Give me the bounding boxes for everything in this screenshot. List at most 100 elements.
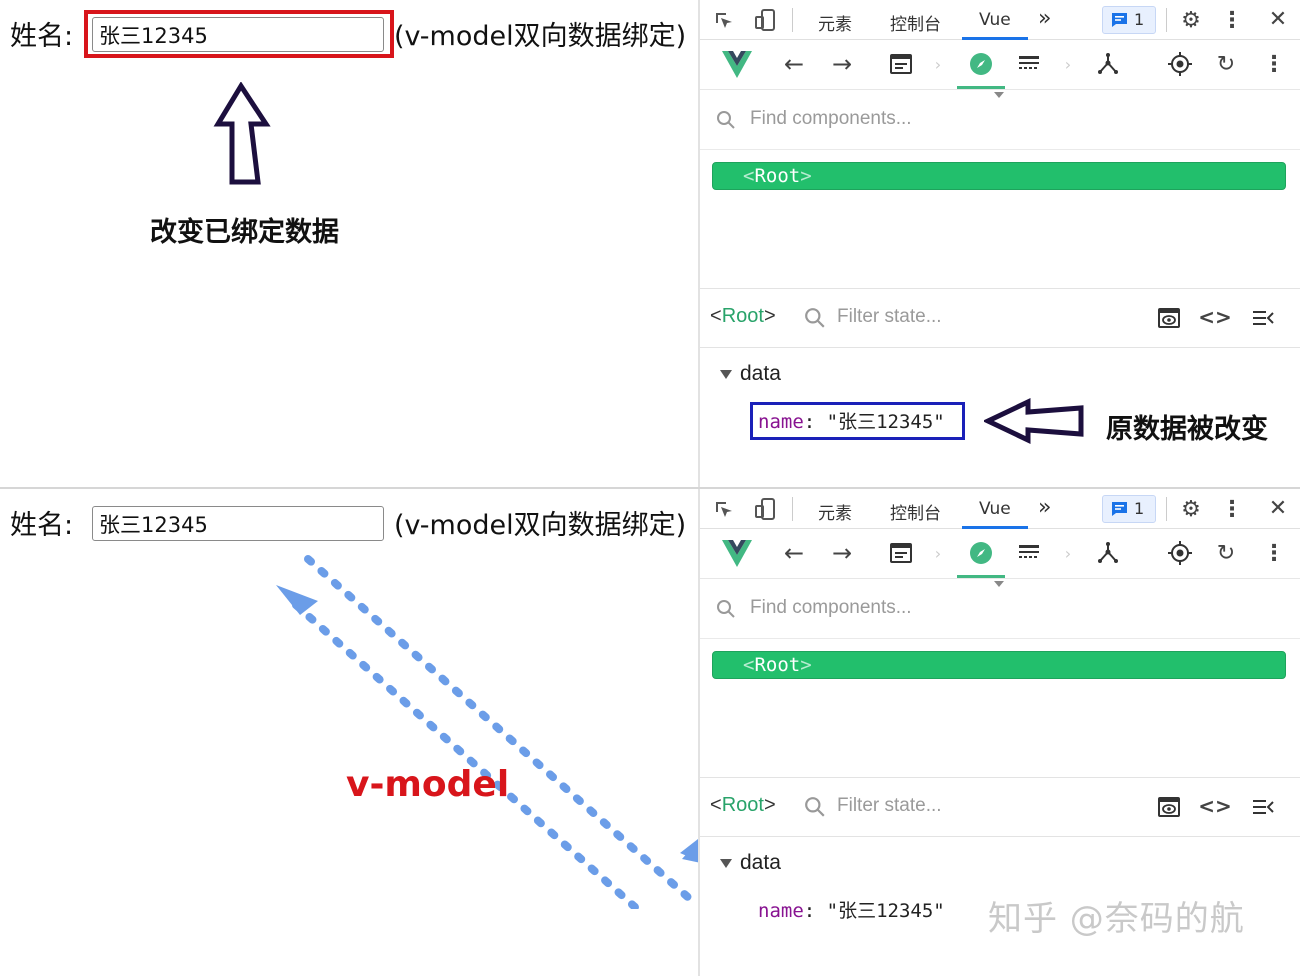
filter-search-icon (805, 308, 825, 328)
panel-before: 姓名: (v-model双向数据绑定) 改变已绑定数据 元素 控制台 Vue » (0, 0, 1300, 487)
settings-gear-icon[interactable]: ⚙ (1178, 8, 1204, 33)
settings-gear-icon[interactable]: ⚙ (1178, 497, 1204, 522)
root-component-name: Root (754, 654, 801, 676)
tab-console[interactable]: 控制台 (890, 10, 941, 35)
expand-triangle-icon[interactable] (720, 859, 732, 868)
component-search[interactable]: Find components... (700, 90, 1300, 150)
more-tabs-icon[interactable]: » (1038, 6, 1051, 31)
inspected-component-name: Root (721, 305, 764, 327)
active-view-indicator (957, 86, 1005, 89)
issues-badge[interactable] (1102, 6, 1156, 34)
root-component-label: <Root> (743, 165, 812, 187)
refresh-icon[interactable]: ↻ (1214, 541, 1238, 566)
state-toolbar: <Root> Filter state... <> (700, 777, 1300, 837)
chevron-right-icon: › (934, 543, 942, 563)
chevron-right-icon: › (934, 54, 942, 74)
devtools-panel: 元素 控制台 Vue » 1 ⚙ ⋮ ✕ ← → › › ↻ ⋮ Find co… (700, 0, 1300, 487)
inspect-element-icon[interactable] (712, 498, 736, 522)
more-options-icon[interactable]: ⋮ (1221, 8, 1243, 33)
inspected-component-tag: <Root> (710, 794, 776, 816)
search-icon (717, 600, 735, 618)
routes-icon[interactable] (1018, 55, 1040, 73)
property-key: name (758, 900, 804, 922)
vue-logo-icon (722, 540, 752, 567)
inspect-dom-icon[interactable] (1158, 308, 1180, 328)
code-icon[interactable]: <> (1198, 794, 1232, 818)
inspect-dom-icon[interactable] (1158, 797, 1180, 817)
timeline-compass-icon[interactable] (969, 52, 993, 76)
select-component-icon[interactable] (1168, 541, 1192, 565)
device-toolbar-icon[interactable] (752, 496, 778, 522)
page-area: 姓名: (v-model双向数据绑定) v-model (0, 489, 720, 976)
watermark: 知乎 @奈码的航 (988, 899, 1245, 939)
filter-state-placeholder[interactable]: Filter state... (837, 306, 942, 328)
vuex-tree-icon[interactable] (1096, 52, 1120, 76)
collapse-list-icon[interactable] (1252, 798, 1274, 816)
expand-triangle-icon[interactable] (720, 370, 732, 379)
vmodel-caption: v-model (346, 764, 510, 805)
timeline-compass-icon[interactable] (969, 541, 993, 565)
routes-icon[interactable] (1018, 544, 1040, 562)
forward-arrow-icon[interactable]: → (830, 539, 854, 567)
inspected-component-name: Root (721, 794, 764, 816)
input-highlight-box (84, 10, 394, 58)
tab-vue[interactable]: Vue (979, 499, 1011, 519)
close-icon[interactable]: ✕ (1266, 496, 1290, 521)
change-bound-caption: 改变已绑定数据 (150, 217, 339, 248)
inspect-element-icon[interactable] (712, 9, 736, 33)
vue-devtools-toolbar: ← → › › ↻ ⋮ (700, 529, 1300, 587)
forward-arrow-icon[interactable]: → (830, 50, 854, 78)
property-value: "张三12345" (826, 900, 945, 922)
more-vert-icon[interactable]: ⋮ (1263, 52, 1285, 77)
search-placeholder: Find components... (750, 108, 912, 129)
back-arrow-icon[interactable]: ← (782, 50, 806, 78)
filter-search-icon (805, 797, 825, 817)
more-vert-icon[interactable]: ⋮ (1263, 541, 1285, 566)
more-options-icon[interactable]: ⋮ (1221, 497, 1243, 522)
tab-console[interactable]: 控制台 (890, 499, 941, 524)
data-changed-caption: 原数据被改变 (1106, 414, 1268, 445)
devtools-toolbar: 元素 控制台 Vue » 1 ⚙ ⋮ ✕ (700, 0, 1300, 40)
search-icon (717, 111, 735, 129)
active-view-indicator (957, 575, 1005, 578)
vmodel-hint: (v-model双向数据绑定) (394, 510, 687, 541)
tab-vue[interactable]: Vue (979, 10, 1011, 30)
component-search[interactable]: Find components... (700, 579, 1300, 639)
property-highlight-box (750, 402, 965, 440)
vue-logo-icon (722, 51, 752, 78)
vmodel-hint: (v-model双向数据绑定) (394, 21, 687, 52)
chevron-right-icon: › (1064, 54, 1072, 74)
tab-elements[interactable]: 元素 (818, 499, 852, 524)
bidirectional-arrow-icon (276, 555, 700, 909)
root-component-row[interactable]: <Root> (712, 162, 1286, 190)
more-tabs-icon[interactable]: » (1038, 495, 1051, 520)
search-placeholder: Find components... (750, 597, 912, 618)
name-property[interactable]: name: "张三12345" (758, 896, 945, 923)
refresh-icon[interactable]: ↻ (1214, 52, 1238, 77)
filter-state-placeholder[interactable]: Filter state... (837, 795, 942, 817)
components-icon[interactable] (890, 54, 912, 74)
vue-devtools-toolbar: ← → › › ↻ ⋮ (700, 40, 1300, 98)
name-input[interactable] (92, 506, 384, 541)
message-icon (1112, 13, 1127, 27)
left-arrow-icon (984, 398, 1084, 444)
issues-count: 1 (1134, 499, 1145, 518)
property-separator: : (803, 900, 816, 922)
issues-badge[interactable] (1102, 495, 1156, 523)
data-section-label[interactable]: data (740, 362, 781, 386)
select-component-icon[interactable] (1168, 52, 1192, 76)
page-area: 姓名: (v-model双向数据绑定) 改变已绑定数据 (0, 0, 698, 487)
vuex-tree-icon[interactable] (1096, 541, 1120, 565)
message-icon (1112, 502, 1127, 516)
tab-elements[interactable]: 元素 (818, 10, 852, 35)
code-icon[interactable]: <> (1198, 305, 1232, 329)
device-toolbar-icon[interactable] (752, 7, 778, 33)
close-icon[interactable]: ✕ (1266, 7, 1290, 32)
state-toolbar: <Root> Filter state... <> (700, 288, 1300, 348)
root-component-row[interactable]: <Root> (712, 651, 1286, 679)
components-icon[interactable] (890, 543, 912, 563)
name-label: 姓名: (10, 21, 74, 52)
data-section-label[interactable]: data (740, 851, 781, 875)
collapse-list-icon[interactable] (1252, 309, 1274, 327)
back-arrow-icon[interactable]: ← (782, 539, 806, 567)
